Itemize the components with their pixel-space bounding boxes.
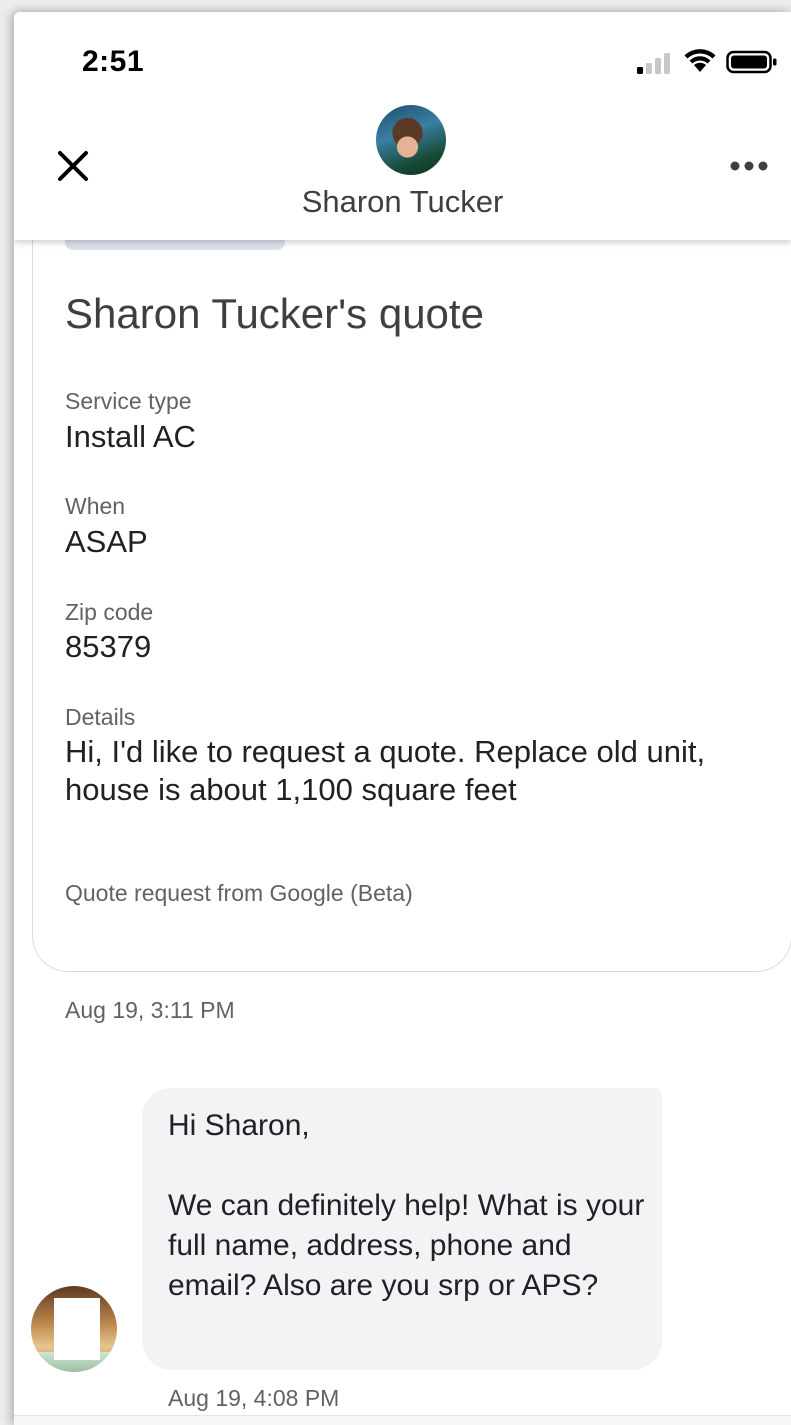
contact-avatar[interactable] [376, 105, 446, 175]
sender-avatar [31, 1286, 117, 1372]
quote-timestamp: Aug 19, 3:11 PM [65, 997, 235, 1023]
quote-source: Quote request from Google (Beta) [65, 880, 413, 906]
message-text: Hi Sharon, We can definitely help! What … [168, 1109, 645, 1302]
quote-title: Sharon Tucker's quote [65, 290, 484, 337]
zip-code-label: Zip code [65, 599, 154, 625]
service-type-label: Service type [65, 388, 192, 414]
phone-screen: 2:51 Sharon Tucker Sharon Tucker's quote… [14, 12, 791, 1425]
service-type-value: Install AC [65, 419, 196, 454]
wifi-icon [684, 49, 716, 72]
contact-name: Sharon Tucker [301, 184, 504, 219]
cellular-signal-icon [637, 53, 670, 74]
when-label: When [65, 493, 126, 519]
zip-code-value: 85379 [65, 629, 152, 664]
details-label: Details [65, 704, 136, 730]
status-bar: 2:51 [14, 12, 791, 107]
battery-icon [726, 50, 777, 74]
message-timestamp: Aug 19, 4:08 PM [168, 1385, 340, 1411]
composer-bar-edge [14, 1415, 791, 1425]
details-value: Hi, I'd like to request a quote. Replace… [65, 734, 706, 807]
message-bubble[interactable]: Hi Sharon, We can definitely help! What … [142, 1088, 662, 1370]
conversation-body[interactable]: Sharon Tucker's quote Service type Insta… [14, 220, 791, 1425]
close-icon[interactable] [54, 147, 92, 185]
conversation-header: 2:51 Sharon Tucker [14, 12, 791, 240]
more-horizontal-icon[interactable] [727, 154, 771, 178]
status-time: 2:51 [82, 45, 145, 78]
when-value: ASAP [65, 524, 148, 559]
